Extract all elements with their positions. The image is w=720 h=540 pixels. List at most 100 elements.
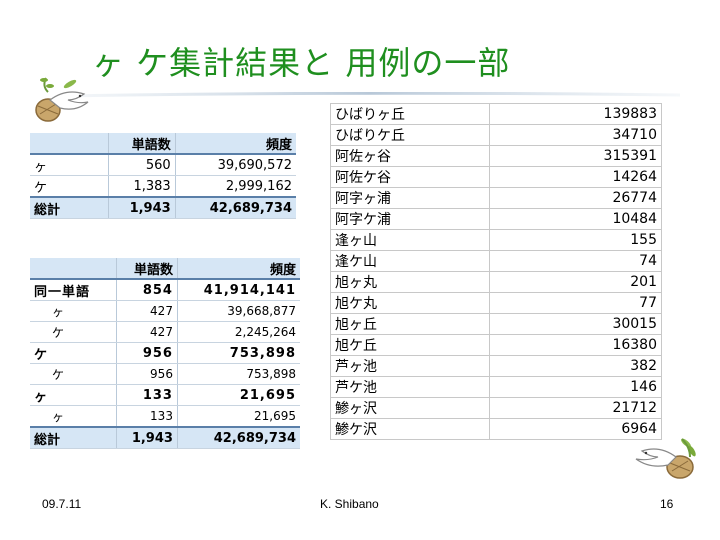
- place-name-cell: 逢ケ山: [330, 250, 490, 272]
- place-name-cell: ひばりケ丘: [330, 124, 490, 146]
- place-name-cell: 阿字ケ浦: [330, 208, 490, 230]
- table-row: ヶ 133 21,695: [30, 405, 300, 428]
- table-row: ヶ 560 39,690,572: [30, 154, 296, 176]
- place-name-cell: 旭ヶ丘: [330, 313, 490, 335]
- header-cell-empty: [30, 133, 109, 155]
- table-row: ヶ 427 39,668,877: [30, 300, 300, 322]
- place-name-cell: 芦ケ池: [330, 376, 490, 398]
- frequency-cell: 14264: [489, 166, 662, 188]
- title-underline: [60, 92, 680, 98]
- row-count: 427: [116, 300, 178, 322]
- total-label: 総計: [30, 426, 117, 449]
- place-name-cell: 鯵ヶ沢: [330, 397, 490, 419]
- footer-date: 09.7.11: [42, 497, 82, 511]
- footer-page-number: 16: [660, 497, 674, 511]
- frequency-cell: 74: [489, 250, 662, 272]
- row-frequency: 39,668,877: [177, 300, 300, 322]
- place-name-cell: 阿佐ヶ谷: [330, 145, 490, 167]
- row-label: ケ: [30, 363, 117, 385]
- table-row: ヶ 133 21,695: [30, 384, 300, 406]
- frequency-cell: 34710: [489, 124, 662, 146]
- row-frequency: 753,898: [177, 342, 300, 364]
- table-row: ケ 427 2,245,264: [30, 321, 300, 343]
- table-row: 鯵ケ沢 6964: [330, 418, 662, 440]
- footer-author: K. Shibano: [320, 497, 379, 511]
- row-label: ヶ: [30, 300, 117, 322]
- table-row: ひばりヶ丘 139883: [330, 103, 662, 125]
- frequency-cell: 139883: [489, 103, 662, 125]
- header-cell-word-count: 単語数: [116, 258, 178, 280]
- row-frequency: 21,695: [177, 384, 300, 406]
- frequency-cell: 155: [489, 229, 662, 251]
- frequency-cell: 21712: [489, 397, 662, 419]
- row-label: ヶ: [30, 154, 109, 176]
- table-total-row: 総計 1,943 42,689,734: [30, 426, 300, 449]
- frequency-cell: 16380: [489, 334, 662, 356]
- summary-table: 単語数 頻度 ヶ 560 39,690,572 ケ 1,383 2,999,16…: [30, 133, 296, 219]
- row-count: 956: [116, 363, 178, 385]
- frequency-cell: 315391: [489, 145, 662, 167]
- row-frequency: 39,690,572: [175, 154, 296, 176]
- header-cell-word-count: 単語数: [108, 133, 176, 155]
- frequency-cell: 382: [489, 355, 662, 377]
- row-label: ヶ: [30, 384, 117, 406]
- row-count: 560: [108, 154, 176, 176]
- header-cell-empty: [30, 258, 117, 280]
- place-name-cell: 旭ケ丘: [330, 334, 490, 356]
- row-label: 同一単語: [30, 279, 117, 301]
- row-count: 854: [116, 279, 178, 301]
- row-count: 956: [116, 342, 178, 364]
- total-frequency: 42,689,734: [177, 426, 300, 449]
- table-row: 鯵ヶ沢 21712: [330, 397, 662, 419]
- place-name-cell: 阿字ヶ浦: [330, 187, 490, 209]
- table-row: ケ 1,383 2,999,162: [30, 175, 296, 198]
- dove-with-basket-icon: [35, 77, 89, 122]
- total-label: 総計: [30, 196, 109, 219]
- place-name-cell: 旭ヶ丸: [330, 271, 490, 293]
- table-row: ケ 956 753,898: [30, 342, 300, 364]
- place-name-cell: 阿佐ケ谷: [330, 166, 490, 188]
- table-row: 逢ケ山 74: [330, 250, 662, 272]
- frequency-cell: 10484: [489, 208, 662, 230]
- table-row: 阿字ケ浦 10484: [330, 208, 662, 230]
- breakdown-table: 単語数 頻度 同一単語 854 41,914,141 ヶ 427 39,668,…: [30, 258, 300, 449]
- total-count: 1,943: [108, 196, 176, 219]
- slide-title: ヶ ケ集計結果と 用例の一部: [92, 44, 511, 82]
- row-count: 133: [116, 384, 178, 406]
- place-name-cell: 芦ヶ池: [330, 355, 490, 377]
- row-count: 427: [116, 321, 178, 343]
- table-row: ひばりケ丘 34710: [330, 124, 662, 146]
- row-label: ヶ: [30, 405, 117, 428]
- header-cell-frequency: 頻度: [177, 258, 300, 280]
- total-count: 1,943: [116, 426, 178, 449]
- table-row: 阿佐ヶ谷 315391: [330, 145, 662, 167]
- example-place-names-table: ひばりヶ丘 139883 ひばりケ丘 34710 阿佐ヶ谷 315391 阿佐ケ谷 14264…: [330, 103, 662, 440]
- table-row: ケ 956 753,898: [30, 363, 300, 385]
- table-row: 旭ヶ丸 201: [330, 271, 662, 293]
- frequency-cell: 26774: [489, 187, 662, 209]
- table-row: 旭ケ丸 77: [330, 292, 662, 314]
- table-header-row: 単語数 頻度: [30, 258, 300, 280]
- table-row: 芦ケ池 146: [330, 376, 662, 398]
- dove-with-basket-icon: [635, 438, 696, 479]
- table-header-row: 単語数 頻度: [30, 133, 296, 155]
- row-label: ケ: [30, 175, 109, 198]
- row-frequency: 2,999,162: [175, 175, 296, 198]
- frequency-cell: 201: [489, 271, 662, 293]
- table-row: 阿字ヶ浦 26774: [330, 187, 662, 209]
- table-total-row: 総計 1,943 42,689,734: [30, 196, 296, 219]
- row-frequency: 41,914,141: [177, 279, 300, 301]
- header-cell-frequency: 頻度: [175, 133, 296, 155]
- frequency-cell: 30015: [489, 313, 662, 335]
- total-frequency: 42,689,734: [175, 196, 296, 219]
- place-name-cell: 鯵ケ沢: [330, 418, 490, 440]
- table-row: 逢ヶ山 155: [330, 229, 662, 251]
- row-label: ケ: [30, 321, 117, 343]
- row-count: 133: [116, 405, 178, 428]
- row-count: 1,383: [108, 175, 176, 198]
- place-name-cell: 旭ケ丸: [330, 292, 490, 314]
- table-row: 旭ヶ丘 30015: [330, 313, 662, 335]
- row-label: ケ: [30, 342, 117, 364]
- table-row: 芦ヶ池 382: [330, 355, 662, 377]
- table-row: 旭ケ丘 16380: [330, 334, 662, 356]
